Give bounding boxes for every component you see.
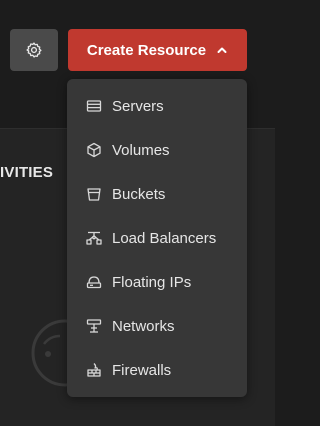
firewall-icon — [86, 362, 102, 378]
settings-button[interactable] — [10, 29, 58, 71]
load-balancer-icon — [86, 230, 102, 246]
menu-item-label: Volumes — [112, 141, 170, 159]
chevron-up-icon — [216, 44, 228, 56]
menu-item-networks[interactable]: Networks — [67, 304, 247, 348]
menu-item-label: Load Balancers — [112, 229, 217, 247]
menu-item-label: Servers — [112, 97, 164, 115]
menu-item-label: Floating IPs — [112, 273, 192, 291]
menu-item-load-balancers[interactable]: Load Balancers — [67, 216, 247, 260]
menu-item-buckets[interactable]: Buckets — [67, 172, 247, 216]
menu-item-label: Networks — [112, 317, 175, 335]
panel-heading: IVITIES — [0, 164, 54, 181]
floating-ip-icon — [86, 274, 102, 290]
menu-item-firewalls[interactable]: Firewalls — [67, 348, 247, 392]
menu-item-servers[interactable]: Servers — [67, 84, 247, 128]
network-icon — [86, 318, 102, 334]
cube-icon — [86, 142, 102, 158]
server-icon — [86, 98, 102, 114]
create-resource-label: Create Resource — [86, 41, 207, 59]
menu-item-label: Buckets — [112, 185, 166, 203]
gear-icon — [25, 41, 43, 59]
create-resource-button[interactable]: Create Resource — [68, 29, 247, 71]
bucket-icon — [86, 186, 102, 202]
menu-item-floating-ips[interactable]: Floating IPs — [67, 260, 247, 304]
menu-item-volumes[interactable]: Volumes — [67, 128, 247, 172]
menu-item-label: Firewalls — [112, 361, 172, 379]
create-resource-menu: Servers Volumes Buckets Load Balancers F… — [67, 79, 247, 397]
